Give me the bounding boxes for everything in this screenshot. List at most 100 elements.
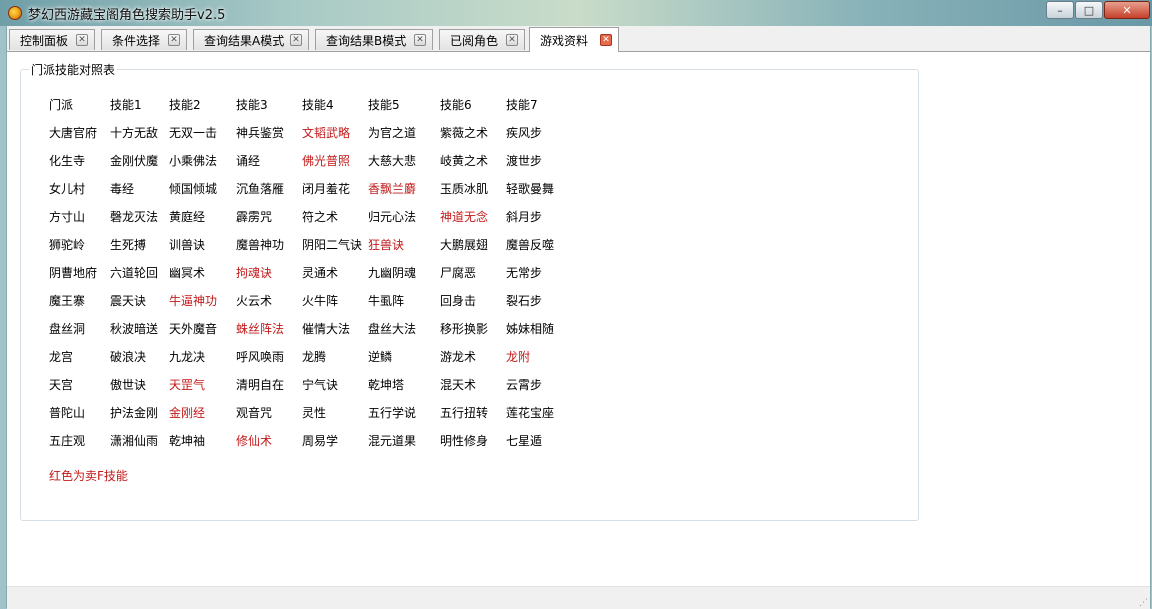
skill-cell: 明性修身 bbox=[440, 434, 489, 448]
skill-cell: 牛逼神功 bbox=[169, 294, 218, 308]
skill-cell: 无双一击 bbox=[169, 126, 218, 140]
skill-cell: 震天诀 bbox=[110, 294, 147, 308]
tab-label: 条件选择 bbox=[112, 33, 161, 48]
skill-cell: 金刚经 bbox=[169, 406, 206, 420]
close-icon[interactable]: ✕ bbox=[76, 34, 88, 46]
skill-cell: 火云术 bbox=[236, 294, 273, 308]
red-note: 红色为卖F技能 bbox=[49, 469, 128, 483]
tab-game-data[interactable]: 游戏资料 ✕ bbox=[529, 27, 619, 52]
game-data-panel: 门派技能对照表 门派 技能1 技能2 技能3 技能4 技能5 技能6 技能7 大唐官府 十方无敌无… bbox=[7, 52, 1150, 586]
skill-cell: 移形换影 bbox=[440, 322, 489, 336]
skill-cell: 狂兽诀 bbox=[368, 238, 405, 252]
close-icon[interactable]: ✕ bbox=[600, 34, 612, 46]
skill-cell: 逆鳞 bbox=[368, 350, 393, 364]
tab-result-a[interactable]: 查询结果A模式 ✕ bbox=[193, 29, 309, 50]
skill-cell: 护法金刚 bbox=[110, 406, 159, 420]
skill-cell: 神道无念 bbox=[440, 210, 489, 224]
tab-control-panel[interactable]: 控制面板 ✕ bbox=[9, 29, 95, 50]
skill-cell: 傲世诀 bbox=[110, 378, 147, 392]
skill-cell: 轻歌曼舞 bbox=[506, 182, 555, 196]
skill-cell: 符之术 bbox=[302, 210, 339, 224]
skill-cell: 天罡气 bbox=[169, 378, 206, 392]
table-header-cell: 技能2 bbox=[169, 98, 201, 112]
table-header-cell: 技能3 bbox=[236, 98, 268, 112]
close-button[interactable]: ✕ bbox=[1104, 1, 1150, 19]
school-name-cell: 普陀山 bbox=[49, 406, 86, 420]
skill-cell: 紫薇之术 bbox=[440, 126, 489, 140]
close-icon[interactable]: ✕ bbox=[168, 34, 180, 46]
table-header-cell: 技能1 bbox=[110, 98, 142, 112]
skill-cell: 大鹏展翅 bbox=[440, 238, 489, 252]
skill-cell: 龙腾 bbox=[302, 350, 327, 364]
school-name-cell: 魔王寨 bbox=[49, 294, 86, 308]
skill-cell: 倾国倾城 bbox=[169, 182, 218, 196]
school-name-cell: 阴曹地府 bbox=[49, 266, 98, 280]
skill-cell: 催情大法 bbox=[302, 322, 351, 336]
school-name-cell: 狮驼岭 bbox=[49, 238, 86, 252]
skill-cell: 六道轮回 bbox=[110, 266, 159, 280]
skill-cell: 潇湘仙雨 bbox=[110, 434, 159, 448]
skill-cell: 混元道果 bbox=[368, 434, 417, 448]
skill-cell: 十方无敌 bbox=[110, 126, 159, 140]
skill-cell: 七星遁 bbox=[506, 434, 543, 448]
skill-cell: 盘丝大法 bbox=[368, 322, 417, 336]
skill-cell: 磬龙灭法 bbox=[110, 210, 159, 224]
skill-cell: 姊妹相随 bbox=[506, 322, 555, 336]
skill-cell: 文韬武略 bbox=[302, 126, 351, 140]
skill-cell: 无常步 bbox=[506, 266, 543, 280]
status-bar: ⋰ bbox=[7, 586, 1150, 609]
table-header-cell: 技能7 bbox=[506, 98, 538, 112]
skill-cell: 诵经 bbox=[236, 154, 261, 168]
skill-cell: 龙附 bbox=[506, 350, 531, 364]
tab-condition-select[interactable]: 条件选择 ✕ bbox=[101, 29, 187, 50]
client-area: 控制面板 ✕ 条件选择 ✕ 查询结果A模式 ✕ 查询结果B模式 ✕ 已阅角色 ✕… bbox=[6, 26, 1151, 609]
skill-cell: 渡世步 bbox=[506, 154, 543, 168]
tab-strip: 控制面板 ✕ 条件选择 ✕ 查询结果A模式 ✕ 查询结果B模式 ✕ 已阅角色 ✕… bbox=[7, 26, 1150, 52]
resize-grip-icon[interactable]: ⋰ bbox=[1139, 598, 1148, 608]
skill-cell: 金刚伏魔 bbox=[110, 154, 159, 168]
skill-cell: 秋波暗送 bbox=[110, 322, 159, 336]
skill-cell: 神兵鉴赏 bbox=[236, 126, 285, 140]
minimize-button[interactable]: – bbox=[1046, 1, 1074, 19]
skill-cell: 闭月羞花 bbox=[302, 182, 351, 196]
window-title: 梦幻西游藏宝阁角色搜索助手v2.5 bbox=[28, 8, 226, 23]
skill-cell: 火牛阵 bbox=[302, 294, 339, 308]
school-name-cell: 龙宫 bbox=[49, 350, 74, 364]
skill-cell: 周易学 bbox=[302, 434, 339, 448]
skill-cell: 灵通术 bbox=[302, 266, 339, 280]
skill-cell: 疾风步 bbox=[506, 126, 543, 140]
skill-cell: 小乘佛法 bbox=[169, 154, 218, 168]
skill-cell: 玉质冰肌 bbox=[440, 182, 489, 196]
skill-cell: 乾坤塔 bbox=[368, 378, 405, 392]
group-title: 门派技能对照表 bbox=[29, 61, 118, 78]
skill-cell: 回身击 bbox=[440, 294, 477, 308]
app-logo-icon bbox=[8, 6, 22, 20]
skill-cell: 九龙决 bbox=[169, 350, 206, 364]
school-name-cell: 盘丝洞 bbox=[49, 322, 86, 336]
tab-label: 查询结果B模式 bbox=[326, 33, 407, 48]
skill-cell: 云霄步 bbox=[506, 378, 543, 392]
close-icon[interactable]: ✕ bbox=[290, 34, 302, 46]
school-name-cell: 女儿村 bbox=[49, 182, 86, 196]
skill-cell: 呼风唤雨 bbox=[236, 350, 285, 364]
skill-cell: 拘魂诀 bbox=[236, 266, 273, 280]
skill-cell: 香飘兰麝 bbox=[368, 182, 417, 196]
tab-result-b[interactable]: 查询结果B模式 ✕ bbox=[315, 29, 433, 50]
skill-cell: 大慈大悲 bbox=[368, 154, 417, 168]
skill-cell: 灵性 bbox=[302, 406, 327, 420]
tab-viewed-roles[interactable]: 已阅角色 ✕ bbox=[439, 29, 525, 50]
maximize-button[interactable]: □ bbox=[1075, 1, 1103, 19]
skill-cell: 尸腐恶 bbox=[440, 266, 477, 280]
school-name-cell: 天宫 bbox=[49, 378, 74, 392]
table-header-cell: 技能5 bbox=[368, 98, 400, 112]
school-name-cell: 五庄观 bbox=[49, 434, 86, 448]
close-icon[interactable]: ✕ bbox=[506, 34, 518, 46]
tab-label: 查询结果A模式 bbox=[204, 33, 285, 48]
school-name-cell: 大唐官府 bbox=[49, 126, 98, 140]
skill-cell: 归元心法 bbox=[368, 210, 417, 224]
table-header-cell: 技能4 bbox=[302, 98, 334, 112]
skill-cell: 九幽阴魂 bbox=[368, 266, 417, 280]
skill-cell: 黄庭经 bbox=[169, 210, 206, 224]
skill-cell: 游龙术 bbox=[440, 350, 477, 364]
close-icon[interactable]: ✕ bbox=[414, 34, 426, 46]
